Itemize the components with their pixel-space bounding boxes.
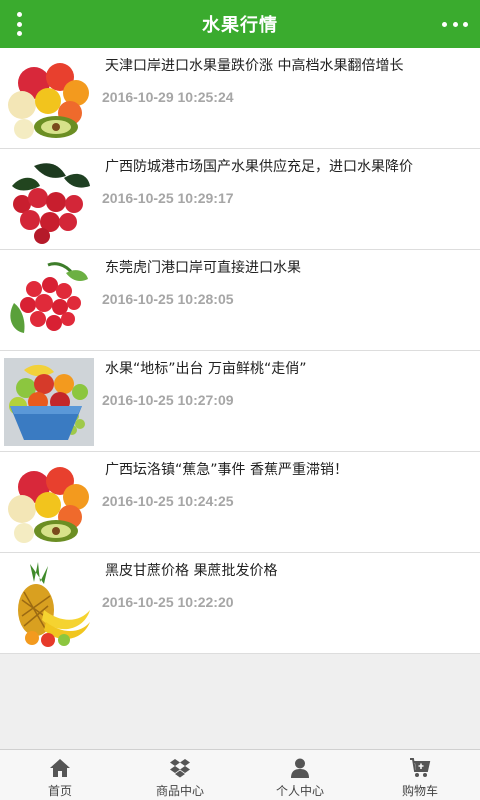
tab-label: 首页 bbox=[47, 784, 72, 798]
news-list: 天津口岸进口水果量跌价涨 中高档水果翻倍增长 2016-10-29 10:25:… bbox=[0, 48, 480, 654]
news-item[interactable]: 黑皮甘蔗价格 果蔗批发价格 2016-10-25 10:22:20 bbox=[0, 553, 480, 654]
tab-home[interactable]: 首页 bbox=[0, 750, 120, 800]
news-date: 2016-10-25 10:29:17 bbox=[102, 190, 234, 206]
news-title: 黑皮甘蔗价格 果蔗批发价格 bbox=[105, 563, 278, 579]
news-item[interactable]: 广西防城港市场国产水果供应充足，进口水果降价 2016-10-25 10:29:… bbox=[0, 149, 480, 250]
news-item[interactable]: 广西坛洛镇“蕉急”事件 香蕉严重滞销！ 2016-10-25 10:24:25 bbox=[0, 452, 480, 553]
fruit-mix-plate-image bbox=[4, 459, 94, 547]
news-date: 2016-10-25 10:28:05 bbox=[102, 291, 234, 307]
tab-label: 购物车 bbox=[401, 784, 438, 798]
news-item[interactable]: 天津口岸进口水果量跌价涨 中高档水果翻倍增长 2016-10-29 10:25:… bbox=[0, 48, 480, 149]
news-date: 2016-10-25 10:27:09 bbox=[102, 392, 234, 408]
home-icon bbox=[50, 759, 70, 777]
more-horizontal-icon[interactable] bbox=[442, 18, 468, 30]
bottom-tab-bar: 首页 商品中心 个人中心 购物车 bbox=[0, 749, 480, 800]
news-title: 东莞虎门港口岸可直接进口水果 bbox=[105, 260, 301, 276]
cherries-with-leaves-image bbox=[4, 156, 94, 244]
tab-products[interactable]: 商品中心 bbox=[120, 750, 240, 800]
tab-cart[interactable]: 购物车 bbox=[360, 750, 480, 800]
tab-profile[interactable]: 个人中心 bbox=[240, 750, 360, 800]
tab-label: 商品中心 bbox=[155, 784, 204, 798]
dropbox-icon bbox=[170, 759, 190, 778]
page-title: 水果行情 bbox=[202, 15, 278, 36]
user-icon bbox=[291, 758, 309, 778]
cart-icon bbox=[410, 758, 431, 777]
news-date: 2016-10-29 10:25:24 bbox=[102, 89, 234, 105]
news-item[interactable]: 东莞虎门港口岸可直接进口水果 2016-10-25 10:28:05 bbox=[0, 250, 480, 351]
fruit-bowl-image bbox=[4, 358, 94, 446]
news-date: 2016-10-25 10:24:25 bbox=[102, 493, 234, 509]
more-vertical-icon[interactable] bbox=[12, 12, 26, 36]
tab-label: 个人中心 bbox=[275, 784, 324, 798]
fruit-mix-plate-image bbox=[4, 55, 94, 143]
pineapple-banana-image bbox=[4, 560, 94, 648]
news-title: 广西坛洛镇“蕉急”事件 香蕉严重滞销！ bbox=[105, 462, 348, 478]
news-item[interactable]: 水果“地标”出台 万亩鲜桃“走俏” 2016-10-25 10:27:09 bbox=[0, 351, 480, 452]
news-title: 水果“地标”出台 万亩鲜桃“走俏” bbox=[105, 361, 307, 377]
top-bar: 水果行情 bbox=[0, 0, 480, 48]
news-title: 广西防城港市场国产水果供应充足，进口水果降价 bbox=[105, 159, 413, 175]
red-currants-image bbox=[4, 257, 94, 345]
news-title: 天津口岸进口水果量跌价涨 中高档水果翻倍增长 bbox=[105, 58, 404, 74]
news-date: 2016-10-25 10:22:20 bbox=[102, 594, 234, 610]
